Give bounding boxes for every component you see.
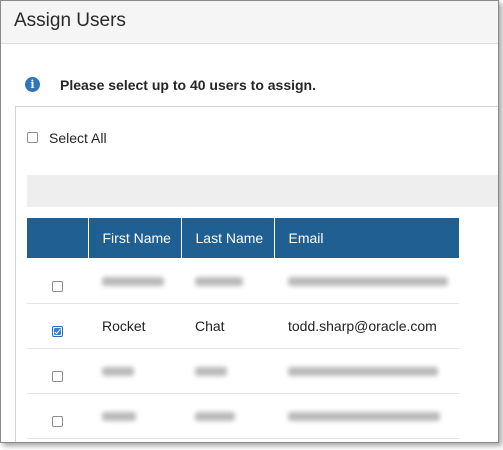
content-divider [15,106,498,107]
row-select-cell[interactable] [27,258,88,304]
column-header-email[interactable]: Email [274,218,459,258]
select-all-label[interactable]: Select All [49,130,107,146]
email-cell [274,393,459,439]
obscured-text [195,412,235,422]
content-border [15,106,16,442]
row-checkbox[interactable] [52,416,63,427]
row-checkbox[interactable] [52,371,63,382]
obscured-text [288,412,440,422]
first-name-cell [88,348,181,394]
column-header-select [27,218,89,258]
obscured-text [102,277,164,287]
last-name-cell [181,393,274,439]
first-name-cell [88,393,181,439]
column-header-last-name[interactable]: Last Name [181,218,275,258]
email-cell: todd.sharp@oracle.com [274,303,459,349]
table-toolbar [27,175,498,207]
email-cell [274,348,459,394]
assign-users-dialog: Assign Users i Please select up to 40 us… [0,0,499,443]
table-row[interactable] [27,393,459,439]
obscured-text [102,367,134,377]
obscured-text [195,277,243,287]
last-name-cell: Chat [181,303,274,349]
row-select-cell[interactable] [27,348,88,394]
obscured-text [288,277,448,287]
dialog-title: Assign Users [14,10,126,31]
obscured-text [195,367,227,377]
table-row[interactable]: Rocket Chat todd.sharp@oracle.com [27,303,459,349]
first-name-cell [88,258,181,304]
info-icon: i [25,77,40,92]
obscured-text [288,367,438,377]
table-row[interactable] [27,258,459,304]
row-checkbox-checked[interactable] [52,326,63,337]
last-name-cell [181,258,274,304]
row-select-cell[interactable] [27,393,88,439]
email-cell [274,258,459,304]
last-name-cell [181,348,274,394]
row-checkbox[interactable] [52,280,63,292]
first-name-cell: Rocket [88,303,181,349]
obscured-text [102,412,136,422]
dialog-titlebar: Assign Users [1,1,498,44]
info-text: Please select up to 40 users to assign. [60,77,316,93]
row-select-cell[interactable] [27,303,88,349]
table-header-row: First Name Last Name Email [27,218,459,258]
users-table: First Name Last Name Email Rocket Chat t… [27,218,459,439]
table-row[interactable] [27,348,459,394]
column-header-first-name[interactable]: First Name [88,218,182,258]
select-all-checkbox[interactable] [27,132,38,143]
